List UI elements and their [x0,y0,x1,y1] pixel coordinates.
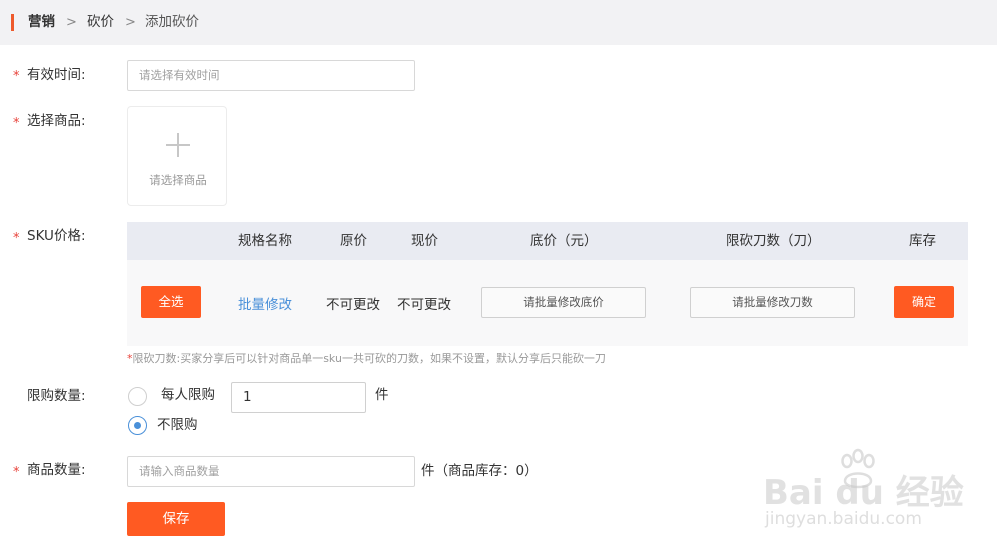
per-person-limit-radio[interactable] [128,387,147,406]
breadcrumb-separator: > [125,15,136,30]
current-price-value: 不可更改 [397,297,451,313]
required-mark: * [13,69,20,84]
unlimited-radio[interactable] [128,416,147,435]
per-person-limit-label[interactable]: 每人限购 [161,386,215,404]
unlimited-label[interactable]: 不限购 [157,416,198,434]
select-all-button[interactable]: 全选 [141,286,201,318]
product-quantity-input[interactable]: 请输入商品数量 [127,456,415,487]
column-header-spec-name: 规格名称 [238,233,292,249]
required-mark: * [13,231,20,246]
plus-icon [166,133,190,157]
column-header-original-price: 原价 [340,233,367,249]
breadcrumb-item-bargain[interactable]: 砍价 [87,14,114,31]
column-header-cut-limit: 限砍刀数（刀） [726,233,821,249]
watermark-url: jingyan.baidu.com [765,509,922,529]
breadcrumb-separator: > [66,15,77,30]
sku-table-header: 规格名称 原价 现价 底价（元） 限砍刀数（刀） 库存 [127,222,968,260]
select-product-label: 选择商品: [27,113,86,129]
breadcrumb-accent-bar [11,14,14,31]
watermark-brand: Bai du 经验 [763,473,964,513]
column-header-floor-price: 底价（元） [530,233,598,249]
column-header-current-price: 现价 [411,233,438,249]
required-mark: * [13,116,20,131]
column-header-stock: 库存 [909,233,936,249]
product-quantity-suffix: 件（商品库存：0） [421,463,538,479]
baidu-watermark: Bai du 经验 jingyan.baidu.com [763,447,973,537]
note-text: 限砍刀数:买家分享后可以针对商品单一sku一共可砍的刀数，如果不设置，默认分享后… [132,352,606,365]
breadcrumb-item-marketing[interactable]: 营销 [28,14,55,31]
batch-floor-price-button[interactable]: 请批量修改底价 [481,287,646,318]
breadcrumb-bar: 营销 > 砍价 > 添加砍价 [0,0,997,45]
product-picker-text: 请选择商品 [149,173,207,187]
limit-unit: 件 [375,387,389,403]
batch-edit-link[interactable]: 批量修改 [238,293,292,313]
confirm-button[interactable]: 确定 [894,286,954,318]
sku-price-label: SKU价格: [27,228,86,244]
purchase-limit-label: 限购数量: [27,388,86,404]
product-picker[interactable]: 请选择商品 [127,106,227,206]
batch-cut-count-button[interactable]: 请批量修改刀数 [690,287,855,318]
radio-selected-dot [134,422,141,429]
breadcrumb-item-add-bargain: 添加砍价 [145,14,199,30]
sku-table: 规格名称 原价 现价 底价（元） 限砍刀数（刀） 库存 全选 批量修改 不可更改… [127,222,968,346]
valid-time-label: 有效时间: [27,67,86,83]
product-quantity-label: 商品数量: [27,462,86,478]
save-button[interactable]: 保存 [127,502,225,536]
valid-time-input[interactable]: 请选择有效时间 [127,60,415,91]
per-person-limit-input[interactable]: 1 [231,382,366,413]
required-mark: * [13,465,20,480]
original-price-value: 不可更改 [326,297,380,313]
cut-limit-note: *限砍刀数:买家分享后可以针对商品单一sku一共可砍的刀数，如果不设置，默认分享… [127,351,606,366]
